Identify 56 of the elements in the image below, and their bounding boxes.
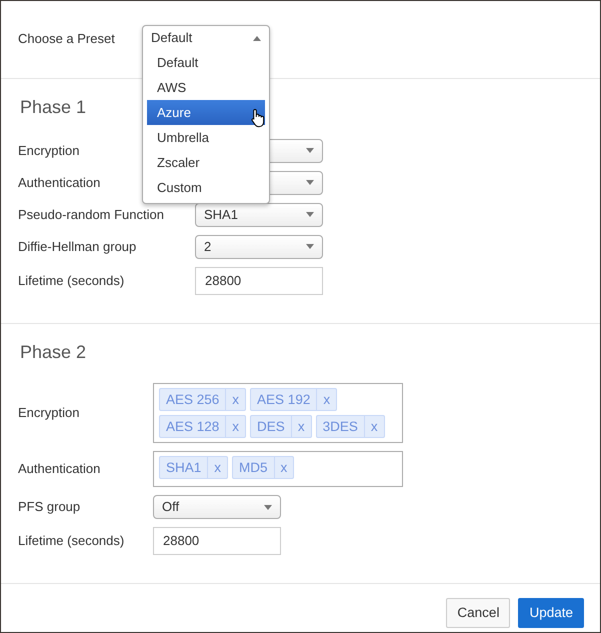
dropdown-option[interactable]: Default bbox=[147, 50, 265, 75]
field-label: Authentication bbox=[18, 174, 100, 190]
field-label: Authentication bbox=[18, 461, 100, 476]
dropdown-option[interactable]: Custom bbox=[147, 175, 265, 200]
tag-chip[interactable]: AES 256 x bbox=[159, 388, 246, 412]
tag-label: 3DES bbox=[322, 418, 359, 436]
dropdown-option[interactable]: Umbrella bbox=[147, 125, 265, 150]
caret-icon bbox=[306, 180, 314, 186]
field-label: PFS group bbox=[18, 499, 80, 514]
remove-tag-button[interactable]: x bbox=[274, 457, 294, 478]
tag-input-field[interactable]: AES 256 x AES 192 x AES 128 x DES x 3DES x bbox=[153, 383, 403, 444]
field-label: Diffie-Hellman group bbox=[18, 238, 136, 254]
tag-chip[interactable]: AES 192 x bbox=[250, 388, 338, 412]
tag-label: AES 256 bbox=[165, 391, 220, 410]
select-dropdown[interactable]: SHA1 bbox=[195, 202, 323, 227]
tag-chip[interactable]: DES x bbox=[250, 415, 312, 438]
tag-chip[interactable]: AES 128 x bbox=[159, 415, 246, 438]
field-label: Encryption bbox=[18, 405, 80, 420]
select-dropdown[interactable]: Off bbox=[153, 495, 281, 520]
dropdown-option[interactable]: Zscaler bbox=[147, 150, 265, 175]
tag-label: AES 128 bbox=[165, 418, 220, 436]
dropdown-option[interactable]: Azure bbox=[147, 100, 265, 125]
field-label: Choose a Preset bbox=[18, 30, 116, 48]
tag-chip[interactable]: 3DES x bbox=[316, 415, 385, 438]
select-dropdown[interactable]: 2 bbox=[195, 234, 323, 259]
remove-tag-button[interactable]: x bbox=[290, 416, 311, 438]
input-field[interactable]: 28800 bbox=[195, 266, 323, 295]
section-heading: Phase 1 bbox=[20, 97, 86, 119]
caret-icon bbox=[306, 244, 314, 250]
preset-dropdown[interactable]: Default bbox=[143, 26, 269, 50]
tag-label: DES bbox=[256, 418, 286, 436]
field-label: Pseudo-random Function bbox=[18, 206, 164, 222]
remove-tag-button[interactable]: x bbox=[207, 457, 228, 478]
caret-icon bbox=[306, 148, 314, 154]
field-label: Encryption bbox=[18, 142, 80, 158]
input-field[interactable]: 28800 bbox=[153, 527, 281, 556]
tag-chip[interactable]: MD5 x bbox=[232, 456, 294, 480]
remove-tag-button[interactable]: x bbox=[364, 416, 384, 438]
caret-icon bbox=[253, 36, 261, 40]
remove-tag-button[interactable]: x bbox=[225, 389, 246, 410]
tag-label: SHA1 bbox=[165, 459, 202, 478]
tag-chip[interactable]: SHA1 x bbox=[159, 456, 228, 480]
tag-label: MD5 bbox=[238, 459, 269, 478]
cancel-button[interactable]: Cancel bbox=[446, 598, 510, 628]
tag-input-field[interactable]: SHA1 x MD5 x bbox=[153, 451, 403, 488]
caret-icon bbox=[306, 212, 314, 218]
remove-tag-button[interactable]: x bbox=[316, 389, 336, 410]
tag-label: AES 192 bbox=[256, 391, 312, 410]
field-label: Lifetime (seconds) bbox=[18, 272, 124, 288]
section-heading: Phase 2 bbox=[20, 342, 86, 364]
field-label: Lifetime (seconds) bbox=[18, 533, 124, 548]
hand-pointer-icon bbox=[251, 108, 267, 128]
remove-tag-button[interactable]: x bbox=[225, 416, 246, 438]
caret-icon bbox=[264, 504, 272, 510]
dropdown-option[interactable]: AWS bbox=[147, 75, 265, 100]
update-button[interactable]: Update bbox=[518, 598, 584, 628]
